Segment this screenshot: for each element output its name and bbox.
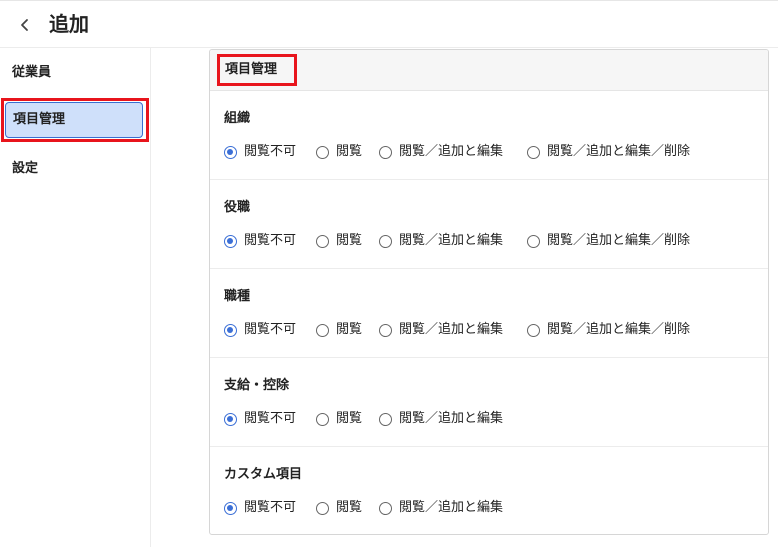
header: 追加 xyxy=(0,0,778,48)
option-label: 閲覧／追加と編集／削除 xyxy=(547,233,691,248)
sidebar-item-label: 項目管理 xyxy=(13,112,66,127)
permission-option[interactable]: 閲覧不可 xyxy=(224,321,296,339)
radio-button[interactable] xyxy=(316,323,329,337)
sidebar-item-field-management[interactable]: 項目管理 xyxy=(5,102,143,138)
option-label: 閲覧／追加と編集 xyxy=(399,500,504,515)
option-label: 閲覧／追加と編集 xyxy=(399,233,504,248)
sidebar-item-employees[interactable]: 従業員 xyxy=(12,64,51,82)
option-label: 閲覧／追加と編集 xyxy=(399,322,504,337)
back-button[interactable] xyxy=(14,13,36,37)
option-label: 閲覧不可 xyxy=(244,144,297,159)
permission-section: 支給・控除閲覧不可 閲覧 閲覧／追加と編集 xyxy=(210,358,768,447)
permission-option[interactable]: 閲覧／追加と編集／削除 xyxy=(527,143,690,161)
option-label: 閲覧不可 xyxy=(244,500,297,515)
radio-button[interactable] xyxy=(379,234,392,248)
radio-button[interactable] xyxy=(224,234,237,248)
permission-section: 組織閲覧不可 閲覧 閲覧／追加と編集 閲覧／追加と編集／削除 xyxy=(210,91,768,180)
option-label: 閲覧 xyxy=(336,233,363,248)
option-label: 閲覧 xyxy=(336,144,363,159)
permission-option[interactable]: 閲覧不可 xyxy=(224,232,296,250)
permission-option[interactable]: 閲覧／追加と編集 xyxy=(379,232,503,250)
radio-button[interactable] xyxy=(379,323,392,337)
radio-button[interactable] xyxy=(316,412,329,426)
option-label: 閲覧／追加と編集 xyxy=(399,411,504,426)
permission-section: カスタム項目閲覧不可 閲覧 閲覧／追加と編集 xyxy=(210,447,768,534)
radio-button[interactable] xyxy=(527,323,540,337)
permission-section: 職種閲覧不可 閲覧 閲覧／追加と編集 閲覧／追加と編集／削除 xyxy=(210,269,768,358)
chevron-left-icon xyxy=(21,19,28,31)
permissions-panel: 項目管理 組織 閲覧不可 閲覧 閲覧／追加と編集 閲覧／追加と編集／削除 役職 閲覧不可 閲覧… xyxy=(209,49,769,535)
permission-option[interactable]: 閲覧 xyxy=(316,143,362,161)
permission-option[interactable]: 閲覧／追加と編集 xyxy=(379,321,503,339)
radio-button[interactable] xyxy=(316,501,329,515)
section-label: カスタム項目 xyxy=(224,467,303,482)
radio-button[interactable] xyxy=(379,501,392,515)
radio-button[interactable] xyxy=(379,145,392,159)
radio-button[interactable] xyxy=(527,145,540,159)
panel-header: 項目管理 xyxy=(210,50,768,91)
sidebar-item-settings[interactable]: 設定 xyxy=(12,160,38,178)
section-label: 支給・控除 xyxy=(224,378,290,393)
permission-option[interactable]: 閲覧不可 xyxy=(224,410,296,428)
option-label: 閲覧／追加と編集／削除 xyxy=(547,322,691,337)
permission-option[interactable]: 閲覧／追加と編集 xyxy=(379,499,503,517)
option-label: 閲覧 xyxy=(336,500,363,515)
radio-button[interactable] xyxy=(527,234,540,248)
permission-option[interactable]: 閲覧／追加と編集／削除 xyxy=(527,232,690,250)
page-title: 追加 xyxy=(49,12,89,36)
radio-button[interactable] xyxy=(316,234,329,248)
option-label: 閲覧／追加と編集 xyxy=(399,144,504,159)
radio-button[interactable] xyxy=(224,501,237,515)
section-label: 組織 xyxy=(224,111,251,126)
permission-option[interactable]: 閲覧不可 xyxy=(224,143,296,161)
permission-option[interactable]: 閲覧不可 xyxy=(224,499,296,517)
permission-option[interactable]: 閲覧 xyxy=(316,499,362,517)
sidebar: 従業員 項目管理 設定 xyxy=(0,48,151,547)
option-label: 閲覧 xyxy=(336,322,363,337)
option-label: 閲覧 xyxy=(336,411,363,426)
permission-option[interactable]: 閲覧／追加と編集 xyxy=(379,410,503,428)
option-label: 閲覧不可 xyxy=(244,322,297,337)
section-label: 職種 xyxy=(224,289,251,304)
radio-button[interactable] xyxy=(224,323,237,337)
permission-option[interactable]: 閲覧 xyxy=(316,321,362,339)
permission-option[interactable]: 閲覧 xyxy=(316,410,362,428)
option-label: 閲覧不可 xyxy=(244,411,297,426)
radio-button[interactable] xyxy=(379,412,392,426)
option-label: 閲覧不可 xyxy=(244,233,297,248)
radio-button[interactable] xyxy=(224,412,237,426)
section-label: 役職 xyxy=(224,200,251,215)
permission-option[interactable]: 閲覧 xyxy=(316,232,362,250)
app-root: 追加 従業員 項目管理 設定 項目管理 組織 閲覧不可 閲覧 閲覧／追加と編集 閲覧／追… xyxy=(0,0,778,547)
option-label: 閲覧／追加と編集／削除 xyxy=(547,144,691,159)
permission-option[interactable]: 閲覧／追加と編集／削除 xyxy=(527,321,690,339)
panel-title: 項目管理 xyxy=(225,62,278,77)
permission-option[interactable]: 閲覧／追加と編集 xyxy=(379,143,503,161)
radio-button[interactable] xyxy=(316,145,329,159)
radio-button[interactable] xyxy=(224,145,237,159)
permission-section: 役職閲覧不可 閲覧 閲覧／追加と編集 閲覧／追加と編集／削除 xyxy=(210,180,768,269)
